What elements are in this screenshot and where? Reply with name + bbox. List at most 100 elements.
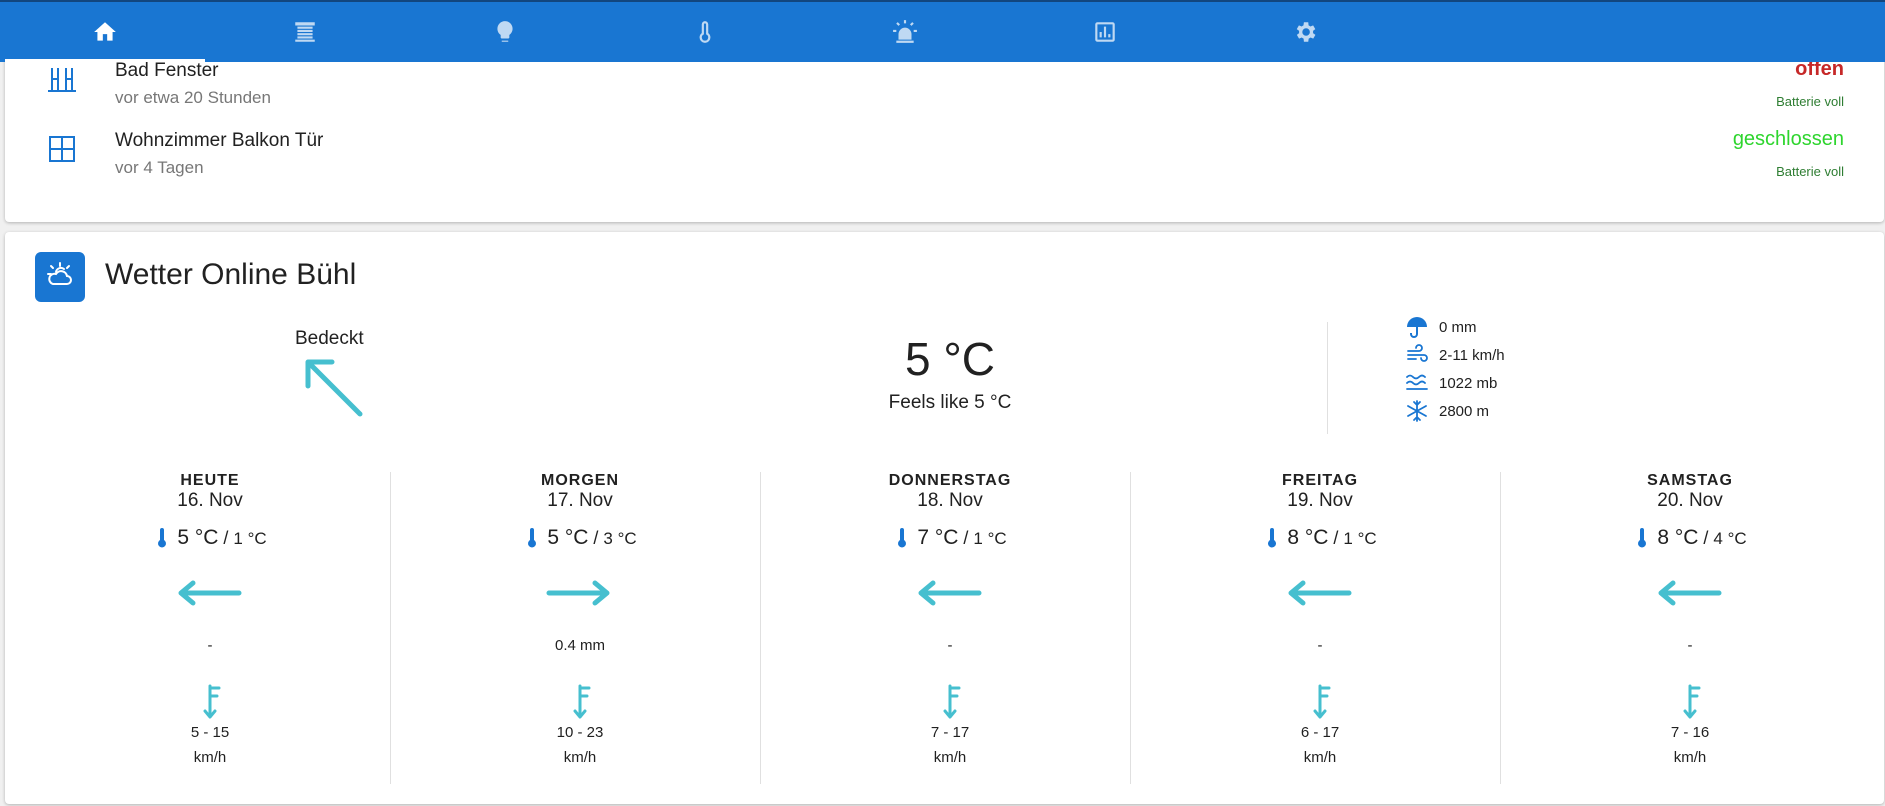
forecast-high: 5 °C <box>547 526 589 549</box>
forecast-day-name: MORGEN <box>541 472 619 489</box>
umbrella-icon <box>1407 317 1427 338</box>
battery-status: Batterie voll <box>1776 164 1844 179</box>
forecast-wind-unit: km/h <box>1673 749 1707 766</box>
attr-wind: 2-11 km/h <box>1405 342 1505 368</box>
lightbulb-icon <box>497 21 513 42</box>
forecast-wind: 5 - 15 <box>190 724 230 741</box>
temp-separator: / <box>223 528 229 548</box>
last-changed: vor 4 Tagen <box>115 158 204 177</box>
tab-lights[interactable] <box>405 2 605 62</box>
forecast-divider <box>1500 472 1501 784</box>
forecast-wind: 7 - 17 <box>930 724 970 741</box>
tab-climate[interactable] <box>605 2 805 62</box>
forecast-wind-unit: km/h <box>933 749 967 766</box>
forecast-day-1: MORGEN 17. Nov 5 °C/3 °C 0.4 mm 10 - 23 … <box>395 472 765 784</box>
forecast-wind: 6 - 17 <box>1300 724 1340 741</box>
tab-blinds[interactable] <box>205 2 405 62</box>
forecast-precipitation: - <box>1687 637 1693 654</box>
thermometer-icon <box>528 528 537 548</box>
entity-icon <box>45 132 79 166</box>
forecast-divider <box>760 472 761 784</box>
forecast-temperature: 7 °C/1 °C <box>765 526 1135 550</box>
current-condition: Bedeckt <box>295 328 364 349</box>
forecast-low: 1 °C <box>1343 529 1377 548</box>
forecast-precipitation: - <box>947 637 953 654</box>
arrow-left-icon <box>918 580 982 606</box>
blinds-icon <box>295 22 315 42</box>
attr-value: 2-11 km/h <box>1439 346 1505 364</box>
forecast-precipitation: - <box>1317 637 1323 654</box>
sensor-row-wohnzimmer-balkon[interactable]: Wohnzimmer Balkon Tür vor 4 Tagen geschl… <box>5 120 1884 180</box>
window-sensors-card: Bad Fenster vor etwa 20 Stunden offen Ba… <box>5 40 1884 222</box>
forecast-day-3: FREITAG 19. Nov 8 °C/1 °C - 6 - 17 km/h <box>1135 472 1505 784</box>
window-open-icon <box>48 68 76 92</box>
thermometer-icon <box>699 21 711 43</box>
thermometer-icon <box>158 528 167 548</box>
attr-value: 2800 m <box>1439 402 1490 420</box>
thermometer-icon <box>898 528 907 548</box>
visibility-icon <box>1407 400 1427 422</box>
wind-speed-icon <box>573 684 591 719</box>
forecast-day-2: DONNERSTAG 18. Nov 7 °C/1 °C - 7 - 17 km… <box>765 472 1135 784</box>
temp-separator: / <box>593 528 599 548</box>
state-value: geschlossen <box>1732 128 1844 150</box>
forecast-high: 7 °C <box>917 526 959 549</box>
attr-visibility: 2800 m <box>1405 398 1489 424</box>
thermometer-icon <box>1638 528 1647 548</box>
forecast-day-name: HEUTE <box>180 472 240 489</box>
forecast-temperature: 8 °C/1 °C <box>1135 526 1505 550</box>
active-tab-indicator <box>5 59 205 62</box>
forecast-temperature: 5 °C/1 °C <box>25 526 395 550</box>
chart-icon <box>1095 22 1115 42</box>
forecast-wind: 7 - 16 <box>1670 724 1710 741</box>
forecast-high: 8 °C <box>1287 526 1329 549</box>
weather-header-icon <box>35 252 85 302</box>
forecast-precipitation: - <box>207 637 213 654</box>
last-changed: vor etwa 20 Stunden <box>115 88 271 107</box>
entity-icon <box>45 62 79 96</box>
wind-icon <box>1407 344 1428 362</box>
forecast-day-name: FREITAG <box>1281 472 1359 489</box>
temp-separator: / <box>963 528 969 548</box>
forecast-precipitation: 0.4 mm <box>554 637 605 654</box>
forecast-high: 5 °C <box>177 526 219 549</box>
tab-history[interactable] <box>1005 2 1205 62</box>
wind-speed-icon <box>1683 684 1701 719</box>
arrow-right-icon <box>546 580 610 606</box>
forecast-low: 1 °C <box>233 529 267 548</box>
tab-settings[interactable] <box>1205 2 1405 62</box>
forecast-divider <box>390 472 391 784</box>
forecast-day-0: HEUTE 16. Nov 5 °C/1 °C - 5 - 15 km/h <box>25 472 395 784</box>
forecast-day-name: DONNERSTAG <box>888 472 1012 489</box>
wind-speed-icon <box>943 684 961 719</box>
feels-like: Feels like 5 °C <box>888 392 1012 413</box>
forecast-wind-unit: km/h <box>563 749 597 766</box>
weather-title: Wetter Online Bühl <box>105 258 357 291</box>
wind-direction-arrow-icon <box>305 359 363 417</box>
weather-partly-cloudy-icon <box>47 262 72 285</box>
forecast-low: 1 °C <box>973 529 1007 548</box>
entity-name: Wohnzimmer Balkon Tür <box>115 130 324 151</box>
arrow-left-icon <box>1288 580 1352 606</box>
weather-card[interactable]: Wetter Online Bühl Bedeckt 5 °C Feels li… <box>5 232 1884 804</box>
forecast-day-4: SAMSTAG 20. Nov 8 °C/4 °C - 7 - 16 km/h <box>1505 472 1875 784</box>
home-icon <box>94 22 116 41</box>
attr-pressure: 1022 mb <box>1405 370 1497 396</box>
forecast-date: 19. Nov <box>1287 490 1353 511</box>
forecast-date: 16. Nov <box>177 490 243 511</box>
tab-alarm[interactable] <box>805 2 1005 62</box>
forecast-wind: 10 - 23 <box>556 724 604 741</box>
tab-home[interactable] <box>5 2 205 62</box>
wind-speed-icon <box>1313 684 1331 719</box>
battery-status: Batterie voll <box>1776 94 1844 109</box>
forecast-low: 3 °C <box>603 529 637 548</box>
entity-name: Bad Fenster <box>115 60 219 81</box>
window-closed-icon <box>49 136 75 162</box>
forecast-wind-unit: km/h <box>1303 749 1337 766</box>
forecast-high: 8 °C <box>1657 526 1699 549</box>
temp-separator: / <box>1333 528 1339 548</box>
attr-value: 0 mm <box>1439 318 1477 336</box>
top-navigation-bar <box>0 0 1885 62</box>
pressure-icon <box>1406 374 1428 390</box>
forecast-divider <box>1130 472 1131 784</box>
